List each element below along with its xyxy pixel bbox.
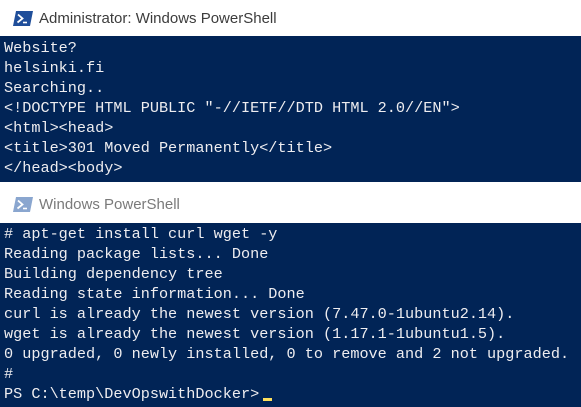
console-line: Reading package lists... Done xyxy=(4,245,269,263)
admin-powershell-titlebar[interactable]: Administrator: Windows PowerShell xyxy=(0,0,581,36)
console-line: 0 upgraded, 0 newly installed, 0 to remo… xyxy=(4,345,570,363)
console-line: # apt-get install curl wget -y xyxy=(4,225,278,243)
console-line: wget is already the newest version (1.17… xyxy=(4,325,506,343)
text-cursor xyxy=(263,398,273,401)
powershell-icon xyxy=(13,196,33,212)
powershell-window[interactable]: Windows PowerShell # apt-get install cur… xyxy=(0,186,581,407)
console-output[interactable]: Website? helsinki.fi Searching.. <!DOCTY… xyxy=(0,36,581,182)
console-line: Reading state information... Done xyxy=(4,285,305,303)
console-line: helsinki.fi xyxy=(4,59,105,77)
console-line: </head><body> xyxy=(4,159,123,177)
prompt-text: PS C:\temp\DevOpswithDocker> xyxy=(4,385,260,403)
window-title: Administrator: Windows PowerShell xyxy=(39,9,277,27)
console-line: # xyxy=(4,365,14,383)
console-line: <html><head> xyxy=(4,119,114,137)
command-prompt[interactable]: PS C:\temp\DevOpswithDocker> xyxy=(4,384,581,404)
console-line: Building dependency tree xyxy=(4,265,223,283)
powershell-titlebar[interactable]: Windows PowerShell xyxy=(0,186,581,222)
console-line: <title>301 Moved Permanently</title> xyxy=(4,139,333,157)
console-line: Searching.. xyxy=(4,79,105,97)
console-line: curl is already the newest version (7.47… xyxy=(4,305,515,323)
window-title: Windows PowerShell xyxy=(39,195,180,213)
admin-powershell-window[interactable]: Administrator: Windows PowerShell Websit… xyxy=(0,0,581,182)
powershell-icon xyxy=(13,10,33,26)
console-line: <!DOCTYPE HTML PUBLIC "-//IETF//DTD HTML… xyxy=(4,99,460,117)
console-line: Website? xyxy=(4,39,77,57)
console-output[interactable]: # apt-get install curl wget -y Reading p… xyxy=(0,223,581,407)
